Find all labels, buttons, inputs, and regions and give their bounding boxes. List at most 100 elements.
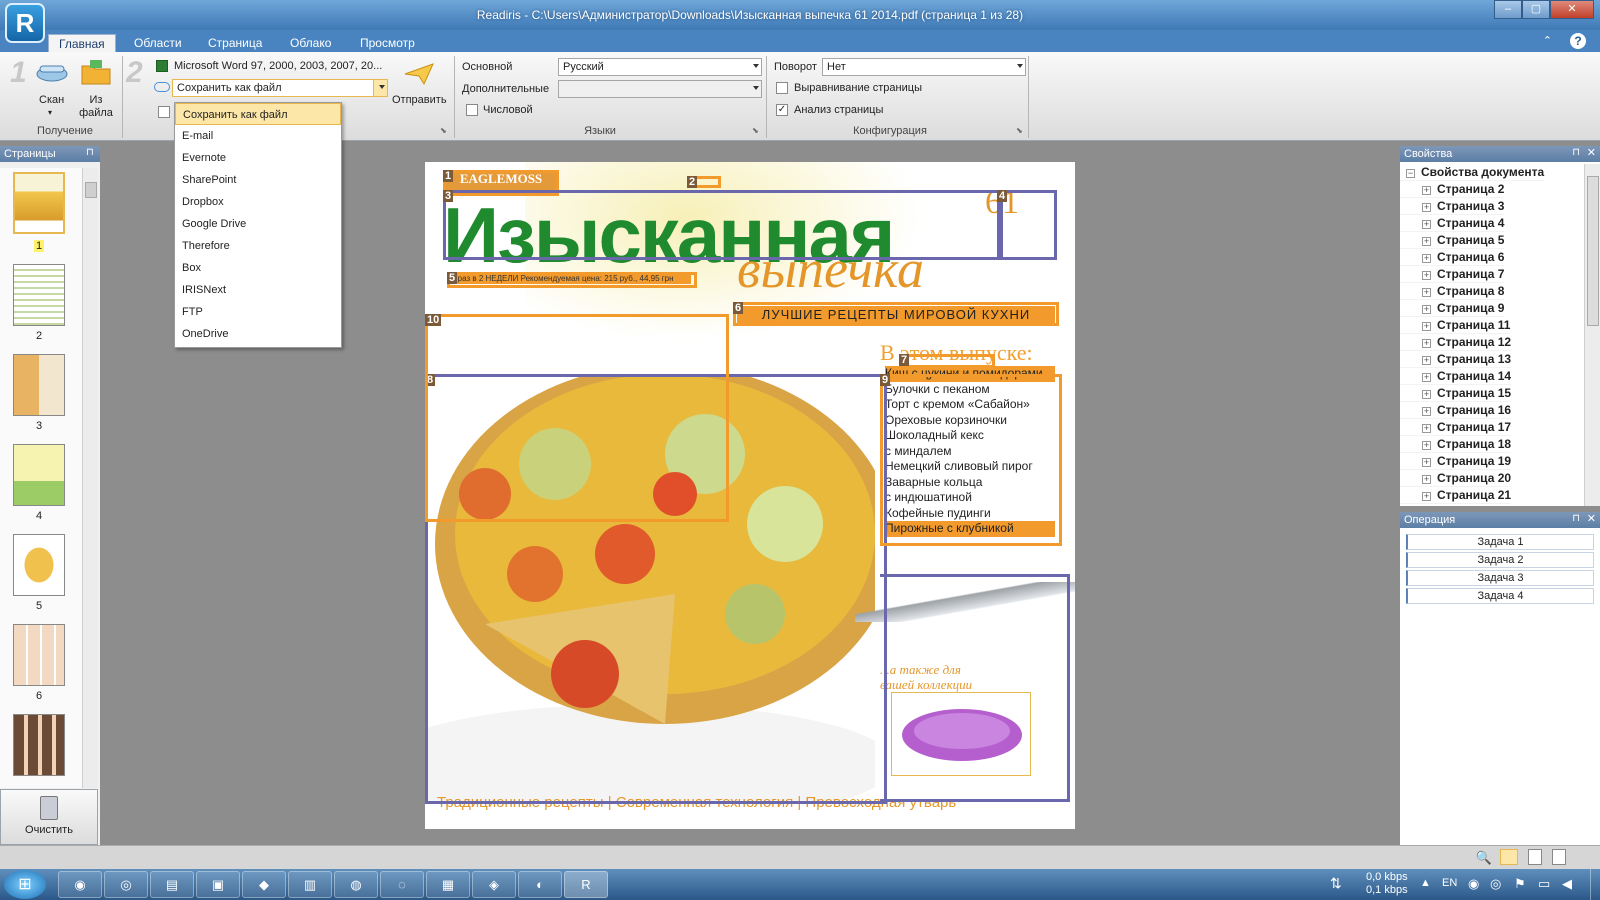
tree-item-page[interactable]: + Страница 12 bbox=[1400, 334, 1512, 351]
expand-icon[interactable]: + bbox=[1422, 407, 1431, 416]
app-logo-icon[interactable]: R bbox=[5, 3, 45, 43]
thumbnails-scrollbar[interactable] bbox=[82, 168, 98, 788]
chevron-down-icon[interactable] bbox=[373, 80, 387, 96]
tree-item-page[interactable]: + Страница 7 bbox=[1400, 266, 1505, 283]
page-thumbnail[interactable] bbox=[13, 354, 65, 416]
menu-item-irisnext[interactable]: IRISNext bbox=[175, 279, 341, 301]
close-button[interactable]: ✕ bbox=[1550, 0, 1594, 19]
ocr-zone[interactable] bbox=[880, 574, 1070, 802]
tree-item-page[interactable]: + Страница 5 bbox=[1400, 232, 1505, 249]
tree-item-page[interactable]: + Страница 4 bbox=[1400, 215, 1505, 232]
tree-item-page[interactable]: + Страница 13 bbox=[1400, 351, 1512, 368]
ocr-zone[interactable]: 7 bbox=[899, 354, 995, 368]
volume-icon[interactable]: ◀ bbox=[1562, 876, 1572, 892]
dialog-launcher-icon[interactable]: ⬊ bbox=[440, 126, 447, 135]
page-thumbnail[interactable] bbox=[13, 714, 65, 776]
chevron-down-icon[interactable] bbox=[1017, 64, 1023, 68]
ocr-zone[interactable]: 6 bbox=[733, 302, 1059, 326]
ocr-zone[interactable]: 9 bbox=[880, 374, 1062, 546]
tree-item-page[interactable]: + Страница 14 bbox=[1400, 368, 1512, 385]
tree-item-page[interactable]: + Страница 11 bbox=[1400, 317, 1511, 334]
expand-icon[interactable]: + bbox=[1422, 373, 1431, 382]
expand-icon[interactable]: + bbox=[1422, 254, 1431, 263]
scrollbar-thumb[interactable] bbox=[1587, 176, 1599, 326]
app-icon[interactable]: ◆ bbox=[242, 871, 286, 898]
output-format-value[interactable]: Microsoft Word 97, 2000, 2003, 2007, 20.… bbox=[174, 60, 394, 72]
zoom-icon[interactable]: 🔍 bbox=[1476, 850, 1492, 866]
menu-item-box[interactable]: Box bbox=[175, 257, 341, 279]
ocr-zone[interactable]: 5 bbox=[447, 272, 697, 288]
help-icon[interactable]: ? bbox=[1570, 33, 1586, 49]
scanner-icon[interactable] bbox=[36, 60, 68, 84]
network-activity-icon[interactable]: ⇅ bbox=[1330, 875, 1342, 892]
tree-item-page[interactable]: + Страница 20 bbox=[1400, 470, 1512, 487]
tree-item-page[interactable]: + Страница 9 bbox=[1400, 300, 1505, 317]
pin-icon[interactable]: ⊓ bbox=[86, 147, 94, 158]
tree-item-page[interactable]: + Страница 2 bbox=[1400, 181, 1505, 198]
tray-app-icon[interactable]: ◉ bbox=[1468, 876, 1479, 892]
expand-icon[interactable]: + bbox=[1422, 288, 1431, 297]
display-icon[interactable]: ▭ bbox=[1538, 876, 1550, 892]
task-item[interactable]: Задача 2 bbox=[1406, 552, 1594, 568]
document-page[interactable]: EAGLEMOSS COLLECTIONS Изысканная 61 выпе… bbox=[425, 162, 1075, 829]
deskew-checkbox[interactable] bbox=[776, 82, 788, 94]
expand-icon[interactable]: + bbox=[1422, 492, 1431, 501]
tree-root[interactable]: − Свойства документа bbox=[1400, 164, 1545, 181]
maximize-button[interactable]: ▢ bbox=[1522, 0, 1550, 19]
expand-icon[interactable]: + bbox=[1422, 305, 1431, 314]
chevron-down-icon[interactable] bbox=[753, 64, 759, 68]
scan-button[interactable]: Скан bbox=[39, 94, 64, 106]
app-icon[interactable]: ◈ bbox=[472, 871, 516, 898]
start-button[interactable]: ⊞ bbox=[4, 870, 46, 899]
output-checkbox[interactable] bbox=[158, 106, 170, 118]
task-item[interactable]: Задача 1 bbox=[1406, 534, 1594, 550]
app-icon[interactable]: ◐ bbox=[518, 871, 562, 898]
tree-item-page[interactable]: + Страница 3 bbox=[1400, 198, 1505, 215]
menu-item-email[interactable]: E-mail bbox=[175, 125, 341, 147]
output-destination-combo[interactable]: Сохранить как файл bbox=[172, 79, 388, 97]
app-icon[interactable]: ▥ bbox=[288, 871, 332, 898]
menu-item-therefore[interactable]: Therefore bbox=[175, 235, 341, 257]
expand-icon[interactable]: + bbox=[1422, 441, 1431, 450]
tray-expand-icon[interactable]: ▲ bbox=[1420, 877, 1431, 889]
collapse-icon[interactable]: − bbox=[1406, 169, 1415, 178]
menu-item-google-drive[interactable]: Google Drive bbox=[175, 213, 341, 235]
menu-item-ftp[interactable]: FTP bbox=[175, 301, 341, 323]
expand-icon[interactable]: + bbox=[1422, 458, 1431, 467]
tab-areas[interactable]: Области bbox=[124, 34, 192, 52]
expand-icon[interactable]: + bbox=[1422, 203, 1431, 212]
close-icon[interactable]: ✕ bbox=[1587, 146, 1596, 159]
scrollbar-thumb[interactable] bbox=[85, 182, 97, 198]
tree-item-page[interactable]: + Страница 17 bbox=[1400, 419, 1512, 436]
page-thumbnail[interactable] bbox=[13, 264, 65, 326]
firefox-icon[interactable]: ◉ bbox=[58, 871, 102, 898]
app-icon[interactable]: ◍ bbox=[334, 871, 378, 898]
menu-item-evernote[interactable]: Evernote bbox=[175, 147, 341, 169]
expand-icon[interactable]: + bbox=[1422, 237, 1431, 246]
send-button[interactable]: Отправить bbox=[392, 94, 447, 106]
page-thumbnail[interactable] bbox=[13, 444, 65, 506]
primary-language-combo[interactable]: Русский bbox=[558, 58, 762, 76]
ocr-zone[interactable]: 10 bbox=[425, 314, 729, 522]
expand-icon[interactable]: + bbox=[1422, 322, 1431, 331]
tree-item-page[interactable]: + Страница 15 bbox=[1400, 385, 1512, 402]
expand-icon[interactable]: + bbox=[1422, 339, 1431, 348]
show-desktop-button[interactable] bbox=[1590, 869, 1600, 900]
numeric-checkbox[interactable] bbox=[466, 104, 478, 116]
page-thumbnail[interactable] bbox=[13, 172, 65, 234]
properties-scrollbar[interactable] bbox=[1584, 164, 1600, 506]
from-file-button[interactable]: Из файла bbox=[76, 94, 116, 120]
ribbon-collapse-icon[interactable]: ⌃ bbox=[1543, 34, 1552, 47]
folder-icon[interactable] bbox=[80, 58, 112, 86]
menu-item-sharepoint[interactable]: SharePoint bbox=[175, 169, 341, 191]
tree-item-page[interactable]: + Страница 18 bbox=[1400, 436, 1512, 453]
pin-icon[interactable]: ⊓ bbox=[1572, 147, 1580, 158]
readiris-taskbar-icon[interactable]: R bbox=[564, 871, 608, 898]
tree-item-page[interactable]: + Страница 21 bbox=[1400, 487, 1512, 504]
app-icon[interactable]: ▦ bbox=[426, 871, 470, 898]
chrome-icon[interactable]: ◎ bbox=[104, 871, 148, 898]
page-analysis-checkbox[interactable]: ✓ bbox=[776, 104, 788, 116]
expand-icon[interactable]: + bbox=[1422, 356, 1431, 365]
rotation-combo[interactable]: Нет bbox=[822, 58, 1026, 76]
explorer-icon[interactable]: ▤ bbox=[150, 871, 194, 898]
